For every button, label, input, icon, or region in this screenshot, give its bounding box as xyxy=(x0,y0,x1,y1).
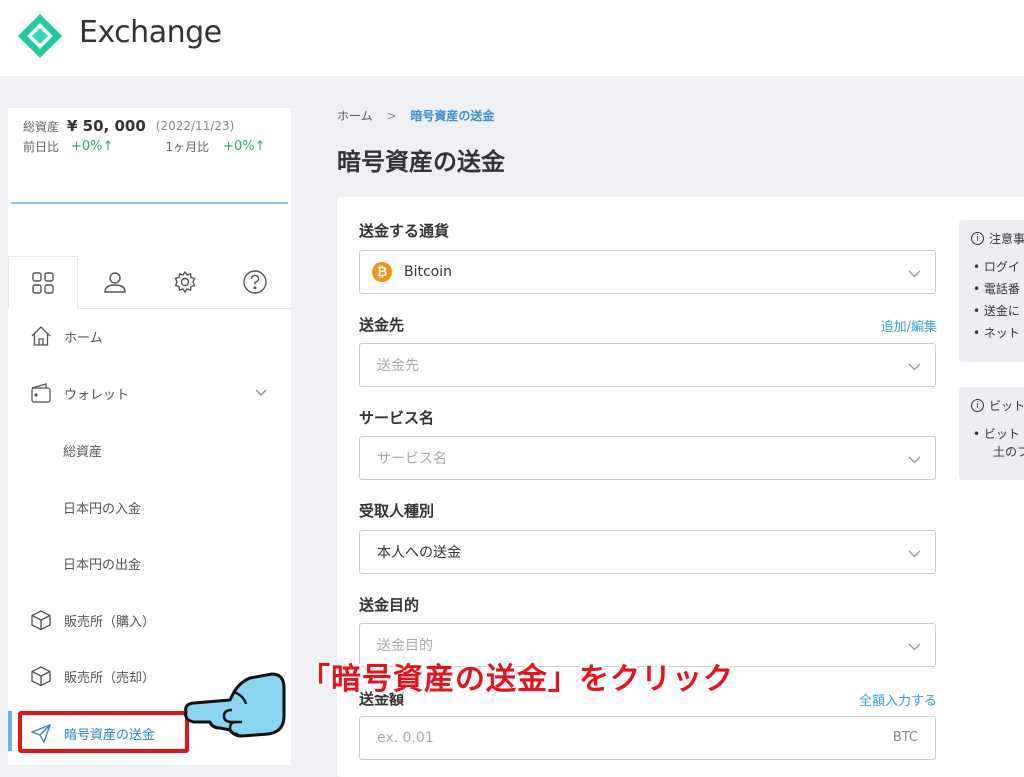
chevron-down-icon xyxy=(908,452,921,468)
amount-input[interactable]: ex. 0.01 BTC xyxy=(359,716,936,760)
asset-summary: 総資産 ¥ 50, 000 (2022/11/23) 前日比 +0%↑ 1ヶ月比… xyxy=(23,116,266,156)
purpose-placeholder: 送金目的 xyxy=(377,638,433,654)
purpose-label: 送金目的 xyxy=(359,596,420,614)
summary-divider xyxy=(11,202,288,204)
notice-item: • 電話番 xyxy=(973,282,1020,296)
service-select[interactable]: サービス名 xyxy=(359,436,936,480)
notice-item: 土のフ xyxy=(993,445,1024,459)
total-assets-label: 総資産 xyxy=(23,119,60,134)
sidebar-item-wallet[interactable]: ウォレット xyxy=(8,368,291,418)
sidebar-item-total-assets[interactable]: 総資産 xyxy=(8,425,346,475)
breadcrumb-current: 暗号資産の送金 xyxy=(410,109,495,123)
instruction-text: 「暗号資産の送金」をクリック xyxy=(300,662,734,697)
chevron-down-icon xyxy=(908,359,921,375)
notice-item: • ネット xyxy=(973,326,1020,340)
wallet-icon xyxy=(30,382,52,404)
sidebar-item-label: ウォレット xyxy=(64,387,130,403)
sidebar-tabs xyxy=(8,256,291,309)
recipient-type-label: 受取人種別 xyxy=(359,502,435,520)
currency-label: 送金する通貨 xyxy=(359,222,450,240)
sidebar-item-label: ホーム xyxy=(64,330,103,346)
gear-icon xyxy=(174,270,196,294)
destination-placeholder: 送金先 xyxy=(377,358,419,374)
chevron-down-icon xyxy=(255,386,267,401)
notice-item: • ビット xyxy=(973,427,1020,441)
sidebar-item-label: 日本円の出金 xyxy=(63,557,142,573)
notice-title-row: i ビット xyxy=(971,397,1024,414)
destination-label: 送金先 xyxy=(359,316,405,334)
box-icon xyxy=(30,665,52,687)
recipient-type-select[interactable]: 本人への送金 xyxy=(359,530,936,574)
page-title: 暗号資産の送金 xyxy=(337,148,505,176)
info-icon: i xyxy=(971,399,984,412)
service-placeholder: サービス名 xyxy=(377,451,447,467)
month-label: 1ヶ月比 xyxy=(165,139,210,154)
sidebar-item-label: 販売所（売却） xyxy=(64,670,156,686)
tab-dashboard[interactable] xyxy=(8,256,78,309)
sidebar-item-buy[interactable]: 販売所（購入） xyxy=(8,595,291,645)
grid-icon xyxy=(32,271,54,294)
tab-account[interactable] xyxy=(80,256,150,308)
sidebar-item-home[interactable]: ホーム xyxy=(8,311,291,361)
sidebar-item-jpy-deposit[interactable]: 日本円の入金 xyxy=(8,482,346,532)
sidebar-item-label: 総資産 xyxy=(63,444,103,460)
user-icon xyxy=(104,272,126,293)
breadcrumb-home[interactable]: ホーム xyxy=(337,109,373,123)
month-value: +0%↑ xyxy=(223,138,266,154)
chevron-down-icon xyxy=(908,546,921,562)
fill-all-link[interactable]: 全額入力する xyxy=(859,690,937,709)
prev-day-value: +0%↑ xyxy=(71,138,114,154)
notice-title: ビット xyxy=(989,399,1024,413)
bitcoin-icon: ₿ xyxy=(372,262,392,282)
top-bar: Exchange xyxy=(0,0,1024,76)
highlight-box xyxy=(18,711,189,753)
pointing-hand-icon xyxy=(180,670,290,746)
notice-item: • ログイ xyxy=(973,260,1020,274)
breadcrumb-separator: > xyxy=(386,109,397,123)
bitcoin-notice-panel: i ビット • ビット 土のフ xyxy=(959,387,1024,480)
sidebar-item-label: 日本円の入金 xyxy=(63,501,142,517)
currency-select[interactable]: ₿ Bitcoin xyxy=(359,250,936,294)
total-assets-value: ¥ 50, 000 xyxy=(67,117,146,135)
amount-unit: BTC xyxy=(892,730,918,745)
sidebar-item-label: 販売所（購入） xyxy=(64,614,156,630)
destination-select[interactable]: 送金先 xyxy=(359,343,936,387)
home-icon xyxy=(30,325,52,347)
sidebar: 総資産 ¥ 50, 000 (2022/11/23) 前日比 +0%↑ 1ヶ月比… xyxy=(8,108,291,765)
amount-placeholder: ex. 0.01 xyxy=(377,730,434,746)
tab-help[interactable] xyxy=(220,256,290,308)
box-icon xyxy=(30,609,52,631)
logo-icon[interactable] xyxy=(16,12,64,64)
info-icon: i xyxy=(971,232,984,245)
currency-value: Bitcoin xyxy=(404,264,453,280)
edit-destination-link[interactable]: 追加/編集 xyxy=(881,316,937,335)
prev-day-label: 前日比 xyxy=(23,139,60,154)
notice-panel: i 注意事 • ログイ • 電話番 • 送金に • ネット xyxy=(959,220,1024,362)
breadcrumb: ホーム > 暗号資産の送金 xyxy=(337,107,494,124)
tab-settings[interactable] xyxy=(150,256,220,308)
recipient-type-value: 本人への送金 xyxy=(377,545,461,561)
summary-date: (2022/11/23) xyxy=(155,119,235,133)
sidebar-item-jpy-withdraw[interactable]: 日本円の出金 xyxy=(8,538,346,588)
app-title[interactable]: Exchange xyxy=(79,15,222,50)
notice-item: • 送金に xyxy=(973,304,1020,318)
notice-title: 注意事 xyxy=(989,232,1024,246)
chevron-down-icon xyxy=(908,266,921,282)
chevron-down-icon xyxy=(908,639,921,655)
notice-title-row: i 注意事 xyxy=(971,230,1024,247)
service-label: サービス名 xyxy=(359,409,435,427)
help-icon xyxy=(243,270,267,294)
